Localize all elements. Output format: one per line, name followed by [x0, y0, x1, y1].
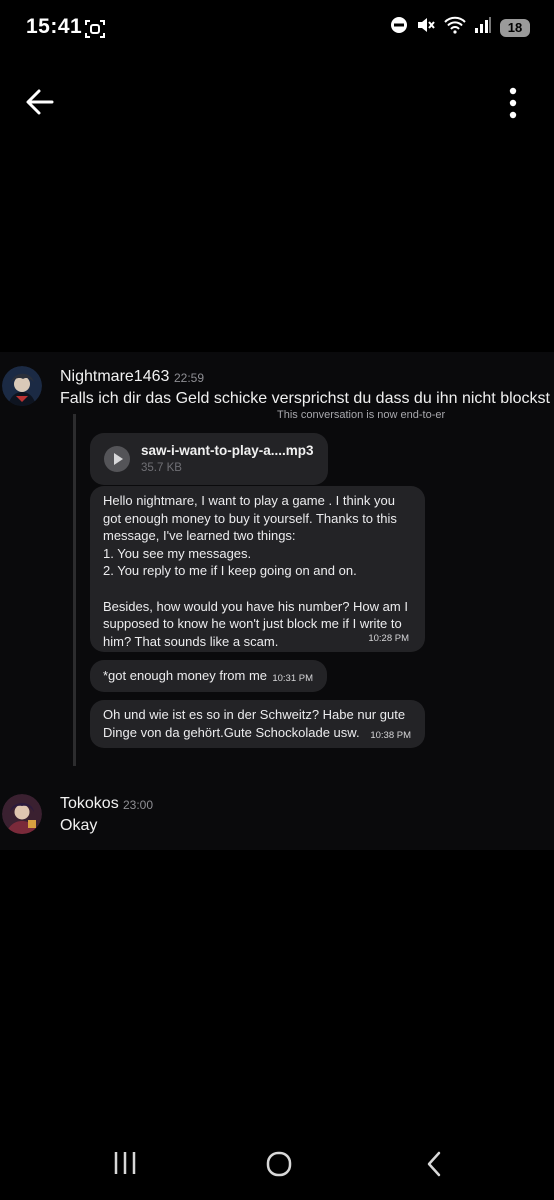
message-text: Okay [60, 817, 98, 834]
audio-attachment[interactable]: saw-i-want-to-play-a....mp3 35.7 KB [90, 433, 328, 485]
bubble-text: *got enough money from me [103, 668, 268, 683]
embed-divider [73, 414, 76, 766]
bubble-text: Hello nightmare, I want to play a game .… [103, 493, 408, 649]
arrow-left-icon [26, 89, 54, 115]
nav-back-button[interactable] [424, 1150, 444, 1183]
play-icon[interactable] [104, 446, 130, 472]
home-button[interactable] [265, 1150, 293, 1183]
message-bubble: Hello nightmare, I want to play a game .… [90, 486, 425, 652]
screenshot-icon [84, 18, 106, 45]
avatar[interactable] [2, 366, 42, 406]
home-icon [266, 1151, 292, 1177]
embedded-screenshot[interactable]: This conversation is now end-to-er saw-i… [60, 406, 536, 768]
bubble-text: Oh und wie ist es so in der Schweitz? Ha… [103, 707, 406, 740]
file-size: 35.7 KB [141, 462, 182, 474]
bubble-time: 10:31 PM [272, 673, 313, 684]
battery-icon: 18 [500, 18, 530, 37]
do-not-disturb-icon [390, 16, 408, 39]
message-time: 23:00 [123, 798, 154, 812]
back-icon [427, 1151, 441, 1177]
more-vertical-icon [509, 87, 517, 119]
status-bar: 15:41 18 [0, 0, 554, 56]
mute-icon [416, 16, 436, 39]
wifi-icon [444, 16, 466, 39]
back-button[interactable] [24, 88, 64, 116]
bubble-time: 10:28 PM [368, 633, 409, 644]
avatar[interactable] [2, 794, 42, 834]
navigation-bar [0, 1130, 554, 1200]
username[interactable]: Nightmare1463 [60, 368, 169, 386]
top-bar [0, 70, 554, 134]
recents-icon [114, 1152, 136, 1174]
more-options-button[interactable] [508, 86, 524, 120]
recents-button[interactable] [112, 1150, 138, 1181]
status-icons: 18 [390, 16, 530, 39]
message-bubble: Oh und wie ist es so in der Schweitz? Ha… [90, 700, 425, 748]
message-time: 22:59 [174, 371, 205, 385]
bubble-time: 10:38 PM [370, 730, 411, 741]
e2e-notice: This conversation is now end-to-er [277, 409, 446, 421]
username[interactable]: Tokokos [60, 795, 119, 813]
signal-icon [474, 16, 492, 39]
message-bubble: *got enough money from me 10:31 PM [90, 660, 327, 692]
status-time: 15:41 [26, 15, 83, 38]
file-name: saw-i-want-to-play-a....mp3 [141, 443, 314, 458]
